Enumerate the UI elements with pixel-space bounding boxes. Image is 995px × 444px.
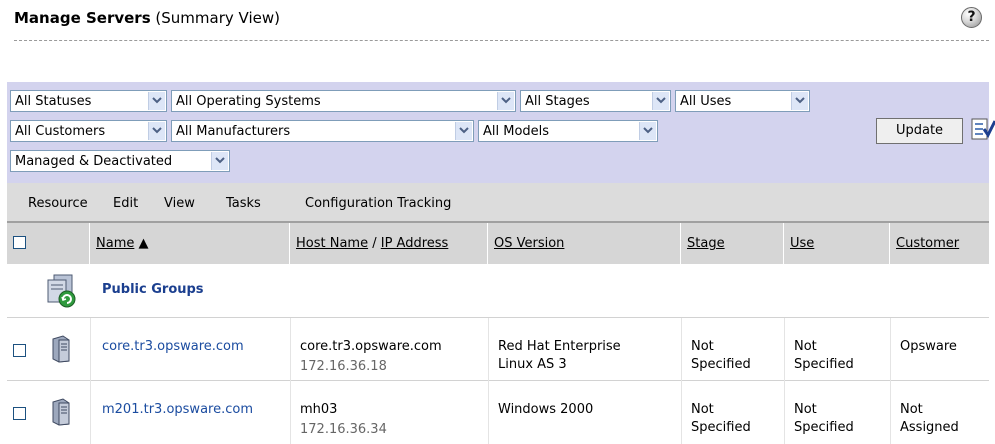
- public-groups-link[interactable]: Public Groups: [102, 281, 204, 298]
- os-filter-select[interactable]: All Operating Systems: [171, 90, 516, 112]
- sort-ascending-icon: ▲: [138, 236, 149, 251]
- status-filter-select[interactable]: All Statuses: [10, 90, 167, 112]
- column-separator: [681, 318, 682, 444]
- manufacturer-filter-value: All Manufacturers: [176, 124, 291, 139]
- host-name: core.tr3.opsware.com: [300, 339, 442, 354]
- question-mark-icon[interactable]: ?: [961, 7, 982, 28]
- os-filter-value: All Operating Systems: [176, 94, 321, 109]
- select-all-header: [7, 223, 90, 264]
- host-ip-separator: /: [368, 236, 381, 251]
- menu-edit[interactable]: Edit: [113, 196, 138, 211]
- menu-view[interactable]: View: [164, 196, 195, 211]
- stage-line1: Not: [691, 402, 714, 417]
- customer-line1: Not: [900, 402, 923, 417]
- chevron-down-icon[interactable]: [652, 92, 669, 110]
- page-header: Manage Servers (Summary View) ?: [0, 0, 995, 38]
- table-header: Name ▲ Host Name / IP Address OS Version…: [7, 221, 989, 264]
- stage-line2: Specified: [691, 357, 751, 372]
- chevron-down-icon[interactable]: [455, 122, 472, 140]
- management-filter-select[interactable]: Managed & Deactivated: [10, 150, 230, 172]
- filter-panel: All Statuses All Operating Systems All S…: [7, 82, 995, 183]
- customer-filter-select[interactable]: All Customers: [10, 120, 167, 142]
- group-row: Public Groups: [7, 264, 989, 317]
- ip-address: 172.16.36.18: [300, 359, 387, 374]
- column-stage: Stage: [681, 223, 784, 264]
- chevron-down-icon[interactable]: [211, 152, 228, 170]
- menu-tasks[interactable]: Tasks: [226, 196, 261, 211]
- sort-by-ip-link[interactable]: IP Address: [381, 236, 449, 251]
- column-separator: [90, 318, 91, 444]
- server-name-link[interactable]: m201.tr3.opsware.com: [102, 401, 253, 418]
- menu-configuration-tracking[interactable]: Configuration Tracking: [305, 196, 451, 211]
- update-button[interactable]: Update: [876, 118, 963, 144]
- menu-resource[interactable]: Resource: [28, 196, 88, 211]
- host-name: mh03: [300, 402, 338, 417]
- page-title-sub: (Summary View): [150, 9, 280, 27]
- chevron-down-icon[interactable]: [148, 92, 165, 110]
- table-row: m201.tr3.opsware.com mh03 172.16.36.34 W…: [7, 381, 989, 444]
- chevron-down-icon[interactable]: [791, 92, 808, 110]
- model-filter-value: All Models: [483, 124, 550, 139]
- column-separator: [488, 318, 489, 444]
- server-icon: [52, 335, 70, 363]
- column-os: OS Version: [488, 223, 681, 264]
- row-checkbox[interactable]: [13, 344, 26, 357]
- column-name: Name ▲: [90, 223, 290, 264]
- sort-by-name-link[interactable]: Name: [96, 236, 134, 251]
- os-version-line1: Red Hat Enterprise: [498, 339, 621, 354]
- use-line2: Specified: [794, 420, 854, 435]
- row-checkbox[interactable]: [13, 407, 26, 420]
- column-use: Use: [784, 223, 890, 264]
- manufacturer-filter-select[interactable]: All Manufacturers: [171, 120, 474, 142]
- stage-filter-select[interactable]: All Stages: [520, 90, 671, 112]
- chevron-down-icon[interactable]: [639, 122, 656, 140]
- sort-by-os-link[interactable]: OS Version: [494, 236, 564, 251]
- use-line2: Specified: [794, 357, 854, 372]
- server-icon: [52, 398, 70, 426]
- chevron-down-icon[interactable]: [497, 92, 514, 110]
- use-line1: Not: [794, 339, 817, 354]
- column-host: Host Name / IP Address: [290, 223, 488, 264]
- column-separator: [890, 318, 891, 444]
- customer-line2: Assigned: [900, 420, 959, 435]
- menu-bar: Resource Edit View Tasks Configuration T…: [7, 183, 989, 221]
- sort-by-customer-link[interactable]: Customer: [896, 236, 959, 251]
- header-divider: [14, 40, 989, 41]
- server-name-link[interactable]: core.tr3.opsware.com: [102, 338, 244, 355]
- stage-line2: Specified: [691, 420, 751, 435]
- column-customer: Customer: [890, 223, 989, 264]
- management-filter-value: Managed & Deactivated: [15, 154, 173, 169]
- os-version-line2: Linux AS 3: [498, 357, 567, 372]
- customer-filter-value: All Customers: [15, 124, 106, 139]
- sort-by-use-link[interactable]: Use: [790, 236, 814, 251]
- use-filter-value: All Uses: [680, 94, 732, 109]
- page-title-main: Manage Servers: [14, 9, 151, 27]
- select-all-checkbox[interactable]: [13, 236, 26, 249]
- stage-line1: Not: [691, 339, 714, 354]
- use-line1: Not: [794, 402, 817, 417]
- column-separator: [290, 318, 291, 444]
- use-filter-select[interactable]: All Uses: [675, 90, 810, 112]
- model-filter-select[interactable]: All Models: [478, 120, 658, 142]
- checklist-icon[interactable]: [971, 118, 995, 142]
- server-group-icon: [47, 274, 76, 308]
- table-row: core.tr3.opsware.com core.tr3.opsware.co…: [7, 318, 989, 380]
- os-version-line1: Windows 2000: [498, 402, 594, 417]
- ip-address: 172.16.36.34: [300, 422, 387, 437]
- sort-by-host-link[interactable]: Host Name: [296, 236, 368, 251]
- stage-filter-value: All Stages: [525, 94, 590, 109]
- customer-line1: Opsware: [900, 339, 957, 354]
- column-separator: [784, 318, 785, 444]
- chevron-down-icon[interactable]: [148, 122, 165, 140]
- status-filter-value: All Statuses: [15, 94, 92, 109]
- page-title: Manage Servers (Summary View): [14, 9, 280, 27]
- sort-by-stage-link[interactable]: Stage: [687, 236, 725, 251]
